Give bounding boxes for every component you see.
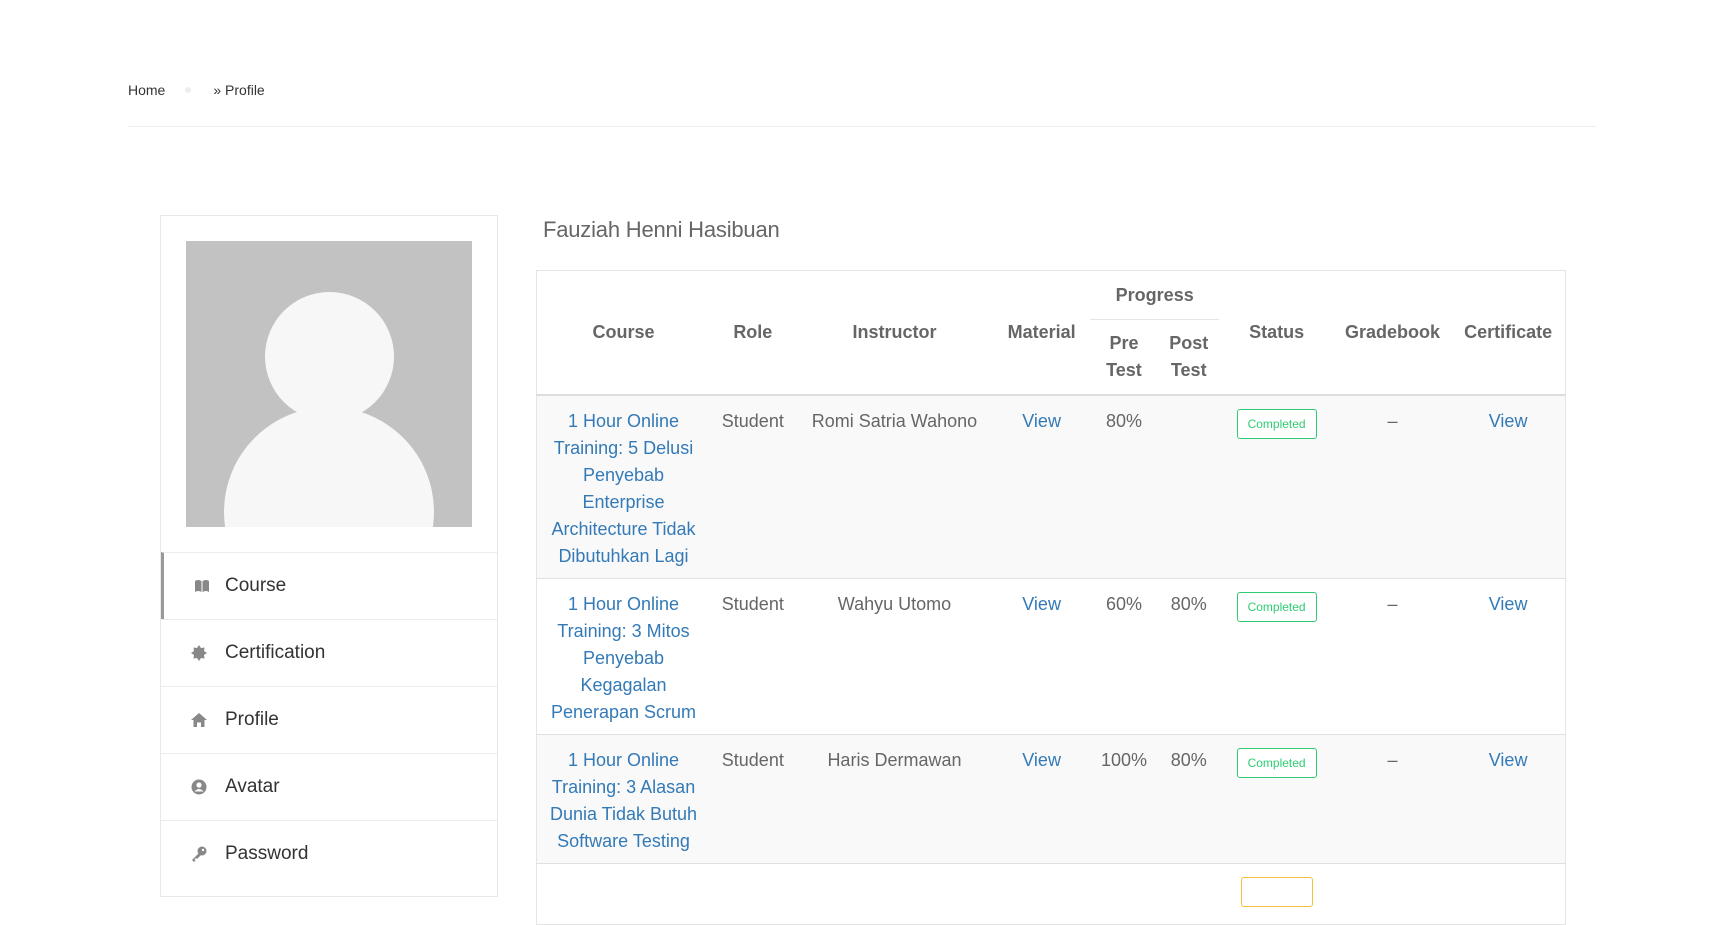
certificate-view-link[interactable]: View (1489, 411, 1528, 431)
material-view-link[interactable]: View (1022, 750, 1061, 770)
sidebar-item-course[interactable]: Course (161, 552, 497, 619)
sidebar-item-label: Certification (225, 642, 326, 663)
key-icon (191, 846, 207, 862)
avatar (186, 241, 472, 527)
role-cell: Student (721, 594, 784, 614)
post-test-cell: 80% (1170, 750, 1207, 770)
course-link[interactable]: 1 Hour Online Training: 3 Mitos Penyebab… (551, 594, 696, 722)
certificate-view-link[interactable]: View (1489, 750, 1528, 770)
gradebook-cell: – (1387, 750, 1398, 770)
role-cell: Student (721, 750, 784, 770)
profile-sidebar: Course Certification Profile Avatar Pass… (160, 215, 498, 897)
column-header-instructor: Instructor (852, 322, 937, 342)
profile-content: Fauziah Henni Hasibuan Course Role Instr… (536, 210, 1566, 925)
column-header-certificate: Certificate (1464, 322, 1553, 342)
column-header-pre-test: Pre Test (1089, 319, 1158, 395)
column-header-role: Role (733, 322, 773, 342)
sidebar-item-password[interactable]: Password (161, 820, 497, 887)
course-table: Course Role Instructor Material Progress… (536, 270, 1566, 925)
instructor-cell: Haris Dermawan (827, 750, 962, 770)
pre-test-cell: 100% (1100, 750, 1147, 770)
breadcrumb-current: » Profile (213, 82, 265, 98)
book-icon (194, 578, 210, 594)
sidebar-item-label: Course (225, 575, 287, 596)
avatar-placeholder-head (265, 292, 394, 421)
status-badge: Completed (1236, 592, 1317, 622)
table-row: 1 Hour Online Training: 5 Delusi Penyeba… (536, 395, 1566, 579)
column-header-status: Status (1249, 322, 1305, 342)
column-header-post-test: Post Test (1158, 319, 1220, 395)
instructor-cell: Wahyu Utomo (837, 594, 952, 614)
home-icon (191, 712, 207, 728)
certificate-view-link[interactable]: View (1489, 594, 1528, 614)
sidebar-menu: Course Certification Profile Avatar Pass… (161, 552, 497, 887)
course-link[interactable]: 1 Hour Online Training: 3 Alasan Dunia T… (550, 750, 697, 851)
pre-test-cell: 60% (1105, 594, 1142, 614)
status-badge: Completed (1236, 409, 1317, 439)
header-divider (128, 126, 1596, 127)
sidebar-item-label: Password (225, 843, 309, 864)
table-row: 1 Hour Online Training: 3 Mitos Penyebab… (536, 578, 1566, 735)
breadcrumb-separator (185, 87, 192, 93)
column-header-gradebook: Gradebook (1344, 322, 1440, 342)
status-badge: Completed (1236, 748, 1317, 778)
table-row: 1 Hour Online Training: 3 Alasan Dunia T… (536, 734, 1566, 864)
profile-name: Fauziah Henni Hasibuan (543, 217, 780, 242)
post-test-cell: 80% (1170, 594, 1207, 614)
post-test-cell (1158, 395, 1219, 579)
column-header-course: Course (592, 322, 655, 342)
sidebar-item-avatar[interactable]: Avatar (161, 753, 497, 820)
column-header-progress: Progress (1115, 284, 1194, 305)
user-circle-icon (191, 779, 207, 795)
avatar-placeholder-body (224, 407, 434, 527)
column-header-material: Material (1007, 322, 1076, 342)
certificate-icon (191, 645, 207, 661)
gradebook-cell: – (1387, 594, 1398, 614)
breadcrumb: Home » Profile (128, 82, 265, 98)
gradebook-cell: – (1387, 411, 1398, 431)
role-cell: Student (721, 411, 784, 431)
sidebar-item-certification[interactable]: Certification (161, 619, 497, 686)
pre-test-cell: 80% (1105, 411, 1142, 431)
sidebar-item-label: Profile (225, 709, 279, 730)
breadcrumb-home-link[interactable]: Home (128, 82, 165, 98)
sidebar-item-label: Avatar (225, 776, 280, 797)
course-link[interactable]: 1 Hour Online Training: 5 Delusi Penyeba… (551, 411, 695, 566)
material-view-link[interactable]: View (1022, 411, 1061, 431)
status-badge-partial (1240, 877, 1313, 907)
instructor-cell: Romi Satria Wahono (811, 411, 978, 431)
material-view-link[interactable]: View (1022, 594, 1061, 614)
sidebar-item-profile[interactable]: Profile (161, 686, 497, 753)
